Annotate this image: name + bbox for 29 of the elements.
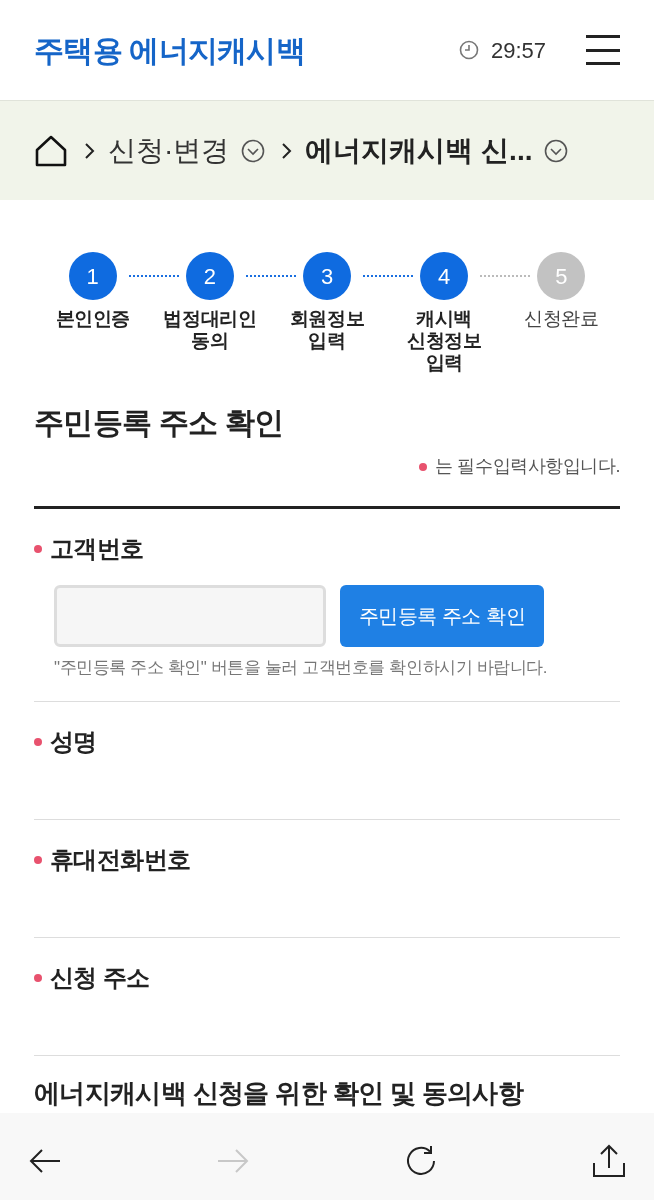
field-label: 고객번호 <box>50 534 144 564</box>
chevron-right-icon <box>281 141 294 160</box>
home-icon[interactable] <box>34 133 68 168</box>
field-label: 신청 주소 <box>50 962 150 993</box>
required-note: 는 필수입력사항입니다. <box>435 455 620 478</box>
logo[interactable]: 주택용 에너지캐시백 <box>34 27 305 73</box>
timer: 29:57 <box>490 36 546 65</box>
reload-icon[interactable] <box>404 1143 438 1178</box>
step-label: 회원정보 입력 <box>289 308 365 352</box>
clock-icon <box>458 40 479 60</box>
step-label: 본인인증 <box>55 308 130 330</box>
section-title: 주민등록 주소 확인 <box>34 405 285 441</box>
chevron-down-icon[interactable] <box>544 138 569 163</box>
customer-number-field[interactable] <box>54 585 326 647</box>
step-label: 캐시백 신청정보 입력 <box>407 308 482 374</box>
chevron-down-icon[interactable] <box>241 138 266 163</box>
chevron-right-icon <box>84 141 96 160</box>
step-label: 법정대리인 동의 <box>163 308 257 352</box>
menu-icon[interactable] <box>586 35 620 65</box>
step-label: 신청완료 <box>524 308 599 330</box>
field-label: 성명 <box>50 726 97 757</box>
address-check-button[interactable]: 주민등록 주소 확인 <box>340 585 544 647</box>
breadcrumb-link[interactable]: 에너지캐시백 신... <box>305 129 533 172</box>
breadcrumb-link[interactable]: 신청·변경 <box>108 129 230 172</box>
share-icon[interactable] <box>592 1143 626 1178</box>
back-icon[interactable] <box>28 1147 62 1174</box>
section-title: 에너지캐시백 신청을 위한 확인 및 동의사항 <box>34 1076 525 1110</box>
help-text: "주민등록 주소 확인" 버튼을 눌러 고객번호를 확인하시기 바랍니다. <box>54 657 549 679</box>
field-label: 휴대전화번호 <box>50 844 191 875</box>
